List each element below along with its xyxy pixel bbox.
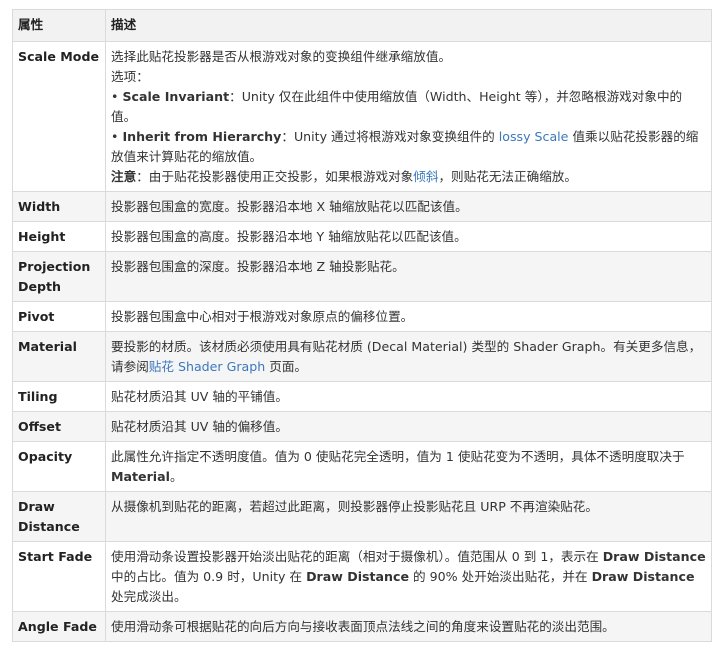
table-row: Start Fade 使用滑动条设置投影器开始淡出贴花的距离（相对于摄像机）。值范… [12, 541, 712, 612]
property-name: Draw Distance [12, 491, 106, 542]
table-row: Tiling 贴花材质沿其 UV 轴的平铺值。 [12, 381, 712, 412]
text-segment: 贴花材质沿其 UV 轴的偏移值。 [111, 419, 288, 434]
text-segment: 投影器包围盒的深度。投影器沿本地 Z 轴投影贴花。 [111, 259, 405, 274]
bold-term: Draw Distance [306, 569, 410, 584]
description-line: 贴花材质沿其 UV 轴的偏移值。 [111, 417, 706, 437]
property-description: 投影器包围盒的深度。投影器沿本地 Z 轴投影贴花。 [105, 251, 712, 302]
description-line: 使用滑动条可根据贴花的向后方向与接收表面顶点法线之间的角度来设置贴花的淡出范围。 [111, 617, 706, 637]
text-segment: 的 90% 处开始淡出贴花，并在 [409, 569, 592, 584]
doc-link[interactable]: 贴花 Shader Graph [149, 359, 265, 374]
text-segment: 贴花材质沿其 UV 轴的平铺值。 [111, 389, 288, 404]
property-name: Tiling [12, 381, 106, 412]
description-line: 注意：由于贴花投影器使用正交投影，如果根游戏对象倾斜，则贴花无法正确缩放。 [111, 167, 706, 187]
description-line: 要投影的材质。该材质必须使用具有贴花材质 (Decal Material) 类型… [111, 337, 706, 377]
description-line: 投影器包围盒的深度。投影器沿本地 Z 轴投影贴花。 [111, 257, 706, 277]
description-line: 此属性允许指定不透明度值。值为 0 使贴花完全透明，值为 1 使贴花变为不透明，… [111, 447, 706, 487]
doc-link[interactable]: lossy Scale [499, 129, 569, 144]
text-segment: 选择此贴花投影器是否从根游戏对象的变换组件继承缩放值。 [111, 49, 452, 64]
property-description: 从摄像机到贴花的距离，若超过此距离，则投影器停止投影贴花且 URP 不再渲染贴花… [105, 491, 712, 542]
text-segment: ：Unity 通过将根游戏对象变换组件的 [281, 129, 499, 144]
text-segment: 使用滑动条可根据贴花的向后方向与接收表面顶点法线之间的角度来设置贴花的淡出范围。 [111, 619, 615, 634]
table-row: Scale Mode 选择此贴花投影器是否从根游戏对象的变换组件继承缩放值。 选项：… [12, 41, 712, 192]
table-header-row: 属性 描述 [12, 9, 712, 42]
table-body: Scale Mode 选择此贴花投影器是否从根游戏对象的变换组件继承缩放值。 选项：… [12, 41, 712, 642]
text-segment: 投影器包围盒的高度。投影器沿本地 Y 轴缩放贴花以匹配该值。 [111, 229, 467, 244]
table-row: Pivot 投影器包围盒中心相对于根游戏对象原点的偏移位置。 [12, 301, 712, 332]
description-line: 投影器包围盒的高度。投影器沿本地 Y 轴缩放贴花以匹配该值。 [111, 227, 706, 247]
table-row: Height 投影器包围盒的高度。投影器沿本地 Y 轴缩放贴花以匹配该值。 [12, 221, 712, 252]
table-row: Offset 贴花材质沿其 UV 轴的偏移值。 [12, 411, 712, 442]
bold-term: 注意 [111, 169, 137, 184]
table-row: Material 要投影的材质。该材质必须使用具有贴花材质 (Decal Mate… [12, 331, 712, 382]
property-description: 投影器包围盒的高度。投影器沿本地 Y 轴缩放贴花以匹配该值。 [105, 221, 712, 252]
property-name: Width [12, 191, 106, 222]
properties-table: 属性 描述 Scale Mode 选择此贴花投影器是否从根游戏对象的变换组件继承缩… [12, 9, 712, 642]
property-name: Opacity [12, 441, 106, 492]
property-name: Material [12, 331, 106, 382]
description-line: 选项： [111, 67, 706, 87]
text-segment: 投影器包围盒的宽度。投影器沿本地 X 轴缩放贴花以匹配该值。 [111, 199, 468, 214]
property-name: Start Fade [12, 541, 106, 612]
table-row: Projection Depth 投影器包围盒的深度。投影器沿本地 Z 轴投影贴花… [12, 251, 712, 302]
property-name: Scale Mode [12, 41, 106, 192]
property-description: 贴花材质沿其 UV 轴的偏移值。 [105, 411, 712, 442]
property-name: Offset [12, 411, 106, 442]
text-segment: 使用滑动条设置投影器开始淡出贴花的距离（相对于摄像机）。值范围从 0 到 1，表… [111, 549, 603, 564]
property-name: Projection Depth [12, 251, 106, 302]
property-description: 使用滑动条设置投影器开始淡出贴花的距离（相对于摄像机）。值范围从 0 到 1，表… [105, 541, 712, 612]
text-segment: ：由于贴花投影器使用正交投影，如果根游戏对象 [136, 169, 414, 184]
property-name: Height [12, 221, 106, 252]
property-name: Angle Fade [12, 611, 106, 642]
property-description: 投影器包围盒中心相对于根游戏对象原点的偏移位置。 [105, 301, 712, 332]
description-line: 使用滑动条设置投影器开始淡出贴花的距离（相对于摄像机）。值范围从 0 到 1，表… [111, 547, 706, 607]
text-segment: 从摄像机到贴花的距离，若超过此距离，则投影器停止投影贴花且 URP 不再渲染贴花… [111, 499, 598, 514]
table-row: Opacity 此属性允许指定不透明度值。值为 0 使贴花完全透明，值为 1 使贴… [12, 441, 712, 492]
description-line: 投影器包围盒中心相对于根游戏对象原点的偏移位置。 [111, 307, 706, 327]
property-description: 选择此贴花投影器是否从根游戏对象的变换组件继承缩放值。 选项： • Scale In… [105, 41, 712, 192]
bold-term: Material [111, 469, 170, 484]
text-segment: 投影器包围盒中心相对于根游戏对象原点的偏移位置。 [111, 309, 414, 324]
bold-term: Draw Distance [602, 549, 706, 564]
text-segment: 处完成淡出。 [111, 589, 187, 604]
bold-term: Draw Distance [591, 569, 695, 584]
text-segment: ，则贴花无法正确缩放。 [438, 169, 577, 184]
text-segment: 页面。 [265, 359, 308, 374]
description-line: 投影器包围盒的宽度。投影器沿本地 X 轴缩放贴花以匹配该值。 [111, 197, 706, 217]
description-line: 选择此贴花投影器是否从根游戏对象的变换组件继承缩放值。 [111, 47, 706, 67]
property-name: Pivot [12, 301, 106, 332]
property-description: 此属性允许指定不透明度值。值为 0 使贴花完全透明，值为 1 使贴花变为不透明，… [105, 441, 712, 492]
table-row: Angle Fade 使用滑动条可根据贴花的向后方向与接收表面顶点法线之间的角度来… [12, 611, 712, 642]
doc-link[interactable]: 倾斜 [413, 169, 438, 184]
text-segment: 选项： [111, 69, 149, 84]
table-row: Draw Distance 从摄像机到贴花的距离，若超过此距离，则投影器停止投影贴… [12, 491, 712, 542]
property-description: 投影器包围盒的宽度。投影器沿本地 X 轴缩放贴花以匹配该值。 [105, 191, 712, 222]
document-page: 属性 描述 Scale Mode 选择此贴花投影器是否从根游戏对象的变换组件继承缩… [12, 9, 712, 642]
text-segment: 此属性允许指定不透明度值。值为 0 使贴花完全透明，值为 1 使贴花变为不透明，… [111, 449, 685, 464]
header-description: 描述 [105, 9, 712, 42]
property-description: 使用滑动条可根据贴花的向后方向与接收表面顶点法线之间的角度来设置贴花的淡出范围。 [105, 611, 712, 642]
property-description: 要投影的材质。该材质必须使用具有贴花材质 (Decal Material) 类型… [105, 331, 712, 382]
text-segment: 。 [169, 469, 183, 484]
description-line: • Scale Invariant：Unity 仅在此组件中使用缩放值（Widt… [111, 87, 706, 127]
text-segment: • [111, 129, 123, 144]
header-property: 属性 [12, 9, 106, 42]
bold-term: Scale Invariant [122, 89, 230, 104]
bold-term: Inherit from Hierarchy [122, 129, 282, 144]
text-segment: • [111, 89, 123, 104]
description-line: 从摄像机到贴花的距离，若超过此距离，则投影器停止投影贴花且 URP 不再渲染贴花… [111, 497, 706, 517]
description-line: • Inherit from Hierarchy：Unity 通过将根游戏对象变… [111, 127, 706, 167]
property-description: 贴花材质沿其 UV 轴的平铺值。 [105, 381, 712, 412]
text-segment: 中的占比。值为 0.9 时，Unity 在 [111, 569, 307, 584]
table-row: Width 投影器包围盒的宽度。投影器沿本地 X 轴缩放贴花以匹配该值。 [12, 191, 712, 222]
description-line: 贴花材质沿其 UV 轴的平铺值。 [111, 387, 706, 407]
